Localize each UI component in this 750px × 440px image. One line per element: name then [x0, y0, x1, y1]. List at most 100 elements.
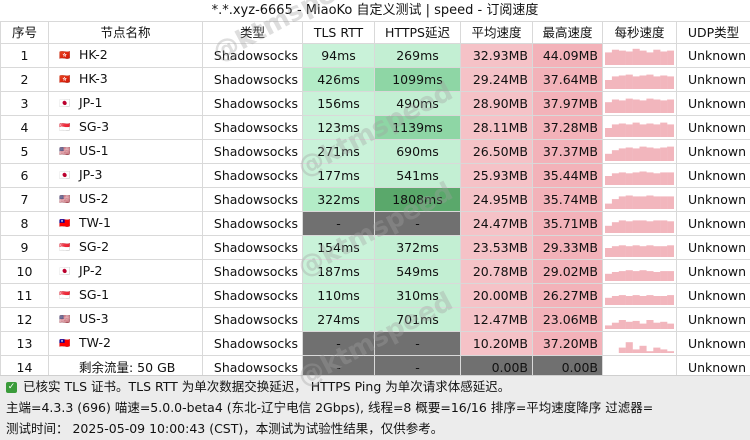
flag-icon: 🇯🇵: [59, 166, 71, 186]
table-row[interactable]: 13🇹🇼TW-2Shadowsocks--10.20MB37.20MBUnkno…: [1, 332, 750, 356]
tls-rtt: 110ms: [303, 284, 375, 308]
table-row[interactable]: 4🇸🇬SG-3Shadowsocks123ms1139ms28.11MB37.2…: [1, 116, 750, 140]
tls-rtt: -: [303, 212, 375, 236]
https-latency: 549ms: [375, 260, 461, 284]
sparkline-bar: [660, 51, 667, 65]
table-row[interactable]: 11🇸🇬SG-1Shadowsocks110ms310ms20.00MB26.2…: [1, 284, 750, 308]
sparkline-bar: [653, 296, 660, 305]
table-row[interactable]: 9🇸🇬SG-2Shadowsocks154ms372ms23.53MB29.33…: [1, 236, 750, 260]
sparkline-bar: [646, 221, 653, 233]
speed-sparkline: [603, 284, 677, 308]
sparkline-bar: [667, 351, 674, 353]
table-row[interactable]: 2🇭🇰HK-3Shadowsocks426ms1099ms29.24MB37.6…: [1, 68, 750, 92]
node-type: Shadowsocks: [203, 44, 303, 68]
header-type[interactable]: 类型: [203, 22, 303, 44]
table-row[interactable]: 12🇺🇸US-3Shadowsocks274ms701ms12.47MB23.0…: [1, 308, 750, 332]
node-type: Shadowsocks: [203, 92, 303, 116]
table-header-row: 序号 节点名称 类型 TLS RTT HTTPS延迟 平均速度 最高速度 每秒速…: [1, 22, 750, 44]
table-row[interactable]: 8🇹🇼TW-1Shadowsocks--24.47MB35.71MBUnknow…: [1, 212, 750, 236]
https-latency: 269ms: [375, 44, 461, 68]
node-name: US-3: [79, 311, 109, 326]
sparkline-bar: [626, 51, 633, 65]
header-node-name[interactable]: 节点名称: [49, 22, 203, 44]
header-tls-rtt[interactable]: TLS RTT: [303, 22, 375, 44]
sparkline-bar: [633, 172, 640, 185]
sparkline-bar: [640, 100, 647, 113]
sparkline-bar: [660, 75, 667, 89]
sparkline-bar: [660, 271, 667, 281]
sparkline-bar: [619, 220, 626, 233]
row-index: 10: [1, 260, 49, 284]
udp-type: Unknown: [677, 116, 750, 140]
sparkline-bar: [660, 122, 667, 136]
sparkline-chart: [605, 71, 674, 89]
sparkline-bar: [640, 171, 647, 185]
avg-speed: 25.93MB: [461, 164, 533, 188]
row-index: 3: [1, 92, 49, 116]
sparkline-bar: [612, 199, 619, 209]
row-index: 6: [1, 164, 49, 188]
sparkline-bar: [660, 172, 667, 185]
sparkline-bar: [653, 272, 660, 281]
udp-type: Unknown: [677, 332, 750, 356]
sparkline-bar: [612, 99, 619, 113]
sparkline-bar: [626, 173, 633, 185]
sparkline-bar: [640, 50, 647, 64]
node-type: Shadowsocks: [203, 68, 303, 92]
node-name: US-1: [79, 143, 109, 158]
udp-type: Unknown: [677, 212, 750, 236]
table-row[interactable]: 10🇯🇵JP-2Shadowsocks187ms549ms20.78MB29.0…: [1, 260, 750, 284]
table-row[interactable]: 1🇭🇰HK-2Shadowsocks94ms269ms32.93MB44.09M…: [1, 44, 750, 68]
sparkline-bar: [619, 75, 626, 89]
table-row[interactable]: 3🇯🇵JP-1Shadowsocks156ms490ms28.90MB37.97…: [1, 92, 750, 116]
https-latency: 490ms: [375, 92, 461, 116]
sparkline-bar: [626, 98, 633, 112]
sparkline-bar: [667, 245, 674, 257]
flag-icon: 🇭🇰: [59, 70, 71, 90]
header-per-second-speed[interactable]: 每秒速度: [603, 22, 677, 44]
header-index[interactable]: 序号: [1, 22, 49, 44]
sparkline-bar: [605, 225, 612, 232]
sparkline-bar: [633, 48, 640, 64]
node-name: SG-3: [79, 119, 109, 134]
https-latency: 372ms: [375, 236, 461, 260]
row-index: 8: [1, 212, 49, 236]
udp-type: Unknown: [677, 44, 750, 68]
sparkline-bar: [626, 246, 633, 257]
speed-sparkline: [603, 332, 677, 356]
sparkline-bar: [640, 146, 647, 160]
sparkline-bar: [619, 50, 626, 64]
https-latency: 541ms: [375, 164, 461, 188]
sparkline-bar: [653, 173, 660, 185]
flag-icon: 🇭🇰: [59, 46, 71, 66]
header-https-latency[interactable]: HTTPS延迟: [375, 22, 461, 44]
node-name-cell: 🇯🇵JP-1: [49, 92, 203, 116]
row-index: 1: [1, 44, 49, 68]
https-latency: -: [375, 212, 461, 236]
table-row[interactable]: 7🇺🇸US-2Shadowsocks322ms1808ms24.95MB35.7…: [1, 188, 750, 212]
sparkline-bar: [667, 172, 674, 185]
node-type: Shadowsocks: [203, 308, 303, 332]
sparkline-chart: [605, 119, 674, 137]
table-row[interactable]: 6🇯🇵JP-3Shadowsocks177ms541ms25.93MB35.44…: [1, 164, 750, 188]
sparkline-bar: [640, 246, 647, 257]
sparkline-bar: [612, 322, 619, 328]
tls-rtt: 94ms: [303, 44, 375, 68]
header-udp-type[interactable]: UDP类型: [677, 22, 750, 44]
table-row[interactable]: 5🇺🇸US-1Shadowsocks271ms690ms26.50MB37.37…: [1, 140, 750, 164]
header-max-speed[interactable]: 最高速度: [533, 22, 603, 44]
max-speed: 35.44MB: [533, 164, 603, 188]
sparkline-bar: [612, 49, 619, 64]
node-name-cell: 🇺🇸US-2: [49, 188, 203, 212]
sparkline-bar: [612, 173, 619, 185]
node-name: TW-2: [79, 335, 111, 350]
sparkline-bar: [612, 76, 619, 89]
sparkline-bar: [667, 323, 674, 328]
avg-speed: 24.47MB: [461, 212, 533, 236]
sparkline-bar: [646, 195, 653, 209]
sparkline-bar: [626, 221, 633, 233]
footer-line-2: 主端=4.3.3 (696) 喵速=5.0.0-beta4 (东北-辽宁电信 2…: [0, 397, 750, 418]
header-avg-speed[interactable]: 平均速度: [461, 22, 533, 44]
node-name: JP-1: [79, 95, 102, 110]
max-speed: 23.06MB: [533, 308, 603, 332]
